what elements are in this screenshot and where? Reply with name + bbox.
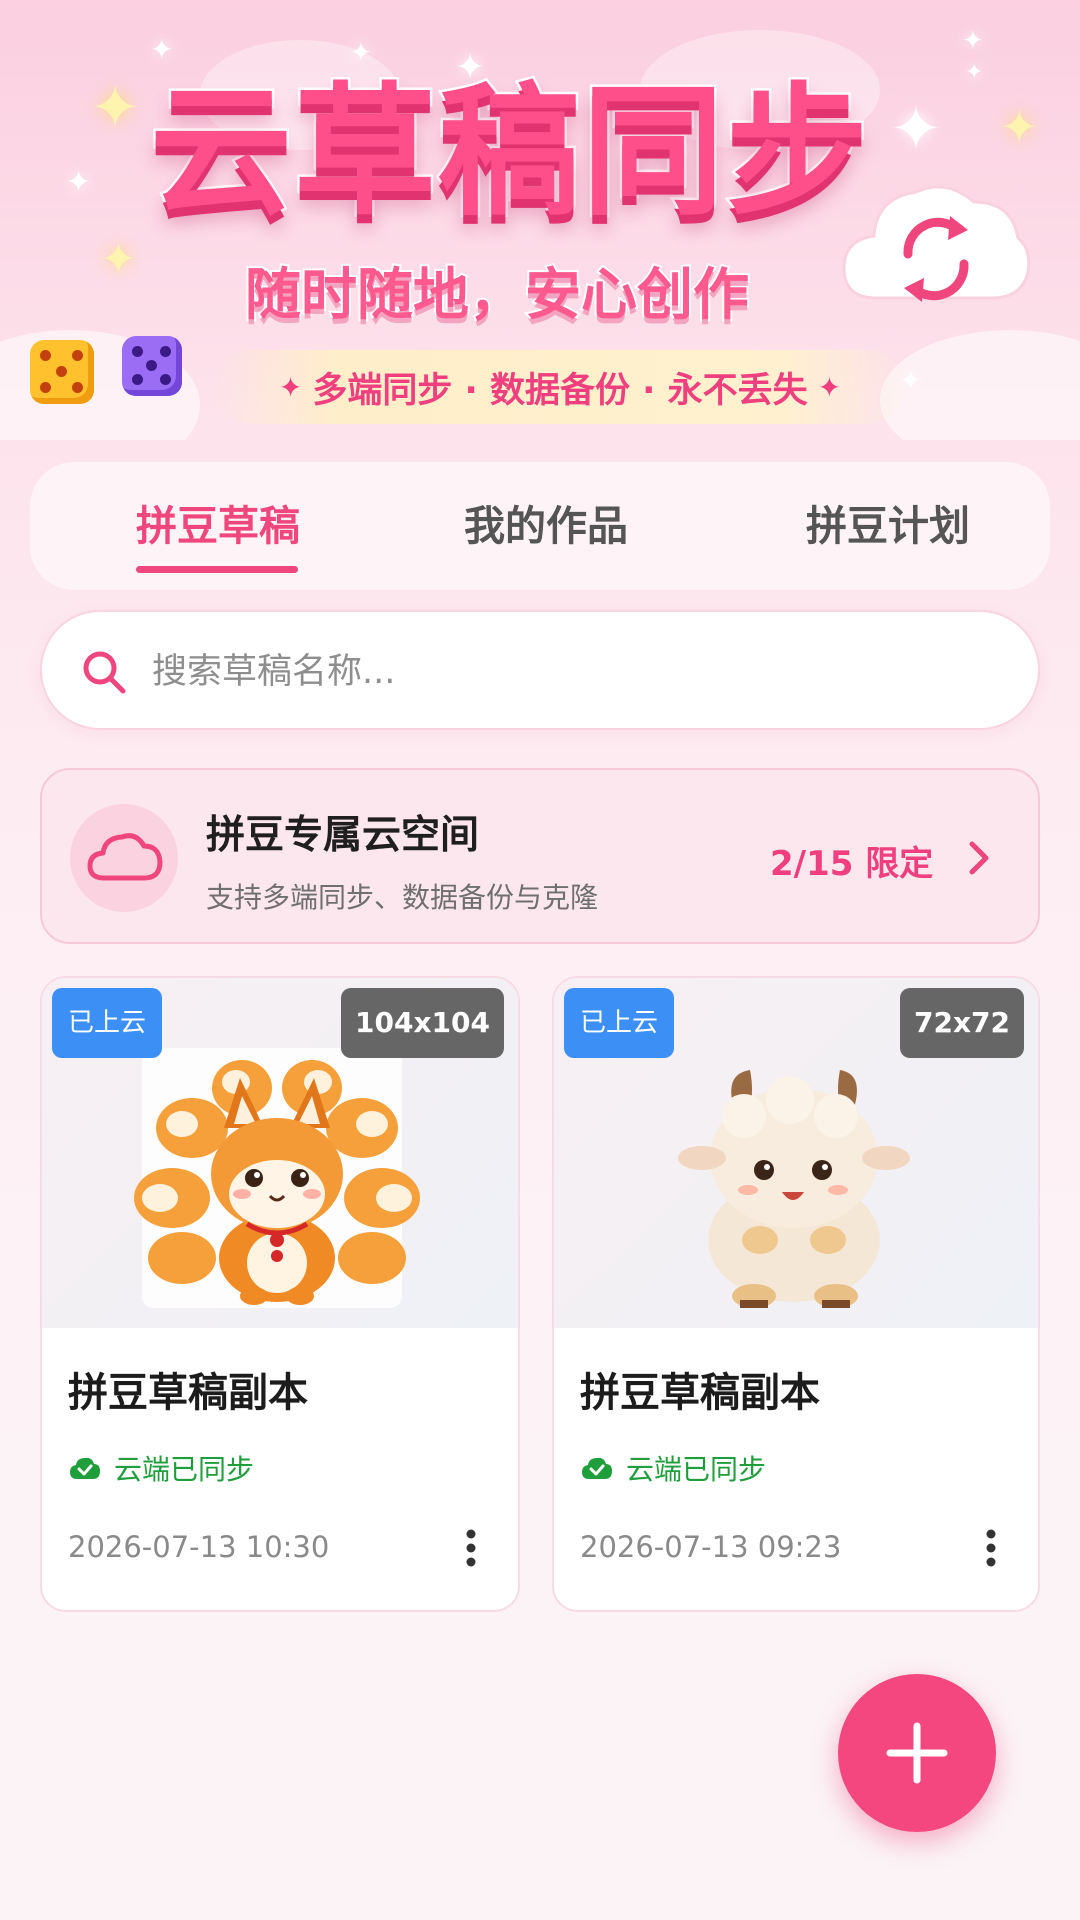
draft-card[interactable]: 已上云 104x104 拼豆草稿副本 云端已同步 2026-07-13 10:3…	[40, 976, 520, 1612]
size-badge: 72x72	[900, 988, 1024, 1058]
more-options-icon[interactable]	[464, 1528, 478, 1568]
tab-plans[interactable]: 拼豆计划	[806, 492, 970, 552]
active-tab-indicator	[136, 566, 298, 573]
cloud-icon-circle	[70, 804, 178, 912]
draft-date: 2026-07-13 09:23	[580, 1530, 842, 1564]
draft-title: 拼豆草稿副本	[580, 1370, 820, 1416]
sparkle-icon: ✦	[1000, 100, 1039, 154]
cloud-badge: 已上云	[52, 988, 163, 1058]
sparkle-icon: ✦	[350, 38, 372, 68]
cloud-space-title: 拼豆专属云空间	[206, 813, 480, 858]
sparkle-icon: ✦	[66, 165, 92, 200]
banner-title: 云草稿同步	[148, 70, 871, 235]
tab-my-works[interactable]: 我的作品	[464, 492, 628, 552]
tab-bar: 拼豆草稿 我的作品 拼豆计划	[30, 462, 1050, 590]
chevron-right-icon	[969, 841, 989, 875]
dice-icon	[30, 340, 94, 404]
banner-ribbon: ✦ 多端同步 · 数据备份 · 永不丢失 ✦	[215, 350, 905, 424]
size-badge: 104x104	[341, 988, 504, 1058]
cloud-check-icon	[582, 1457, 612, 1479]
sparkle-icon: ✦	[890, 92, 942, 165]
sparkle-icon: ✦	[100, 234, 137, 285]
search-icon	[83, 651, 126, 694]
add-draft-button[interactable]	[838, 1674, 996, 1832]
cloud-space-description: 支持多端同步、数据备份与克隆	[206, 881, 599, 914]
banner: ✦ ✦ ✦ ✦ ✦ ✦ ✦ ✦ ✦ ✦ ✦ 云草稿同步 随时随地，安心创作 ✦ …	[0, 0, 1080, 440]
cloud-space-card[interactable]: 拼豆专属云空间 支持多端同步、数据备份与克隆 2/15 限定	[40, 768, 1040, 944]
plus-icon	[886, 1722, 948, 1784]
draft-thumbnail: 已上云 104x104	[42, 978, 518, 1328]
draft-thumbnail: 已上云 72x72	[554, 978, 1038, 1328]
draft-title: 拼豆草稿副本	[68, 1370, 308, 1416]
star-icon: ✦	[278, 370, 303, 404]
tab-drafts[interactable]: 拼豆草稿	[136, 492, 300, 552]
banner-subtitle: 随时随地，安心创作	[243, 263, 751, 328]
draft-card[interactable]: 已上云 72x72 拼豆草稿副本 云端已同步 2026-07-13 09:23	[552, 976, 1040, 1612]
cloud-badge: 已上云	[564, 988, 675, 1058]
star-icon: ✦	[817, 370, 842, 404]
cloud-icon	[87, 833, 163, 881]
sync-cloud-icon	[842, 185, 1031, 302]
cloud-space-quota: 2/15 限定	[770, 844, 934, 884]
dice-icon	[122, 336, 182, 396]
search-input[interactable]	[152, 634, 1012, 710]
search-bar[interactable]	[40, 610, 1040, 730]
sync-status-text: 云端已同步	[114, 1453, 255, 1486]
cloud-check-icon	[70, 1457, 100, 1479]
sparkle-icon: ✦	[965, 60, 984, 85]
sync-status-text: 云端已同步	[626, 1453, 767, 1486]
sparkle-icon: ✦	[962, 26, 984, 56]
sync-status: 云端已同步	[580, 1448, 766, 1488]
sync-status: 云端已同步	[68, 1448, 254, 1488]
sparkle-icon: ✦	[90, 73, 141, 143]
sparkle-icon: ✦	[150, 33, 174, 66]
draft-date: 2026-07-13 10:30	[68, 1530, 330, 1564]
more-options-icon[interactable]	[984, 1528, 998, 1568]
ribbon-text: 多端同步 · 数据备份 · 永不丢失	[312, 370, 808, 411]
